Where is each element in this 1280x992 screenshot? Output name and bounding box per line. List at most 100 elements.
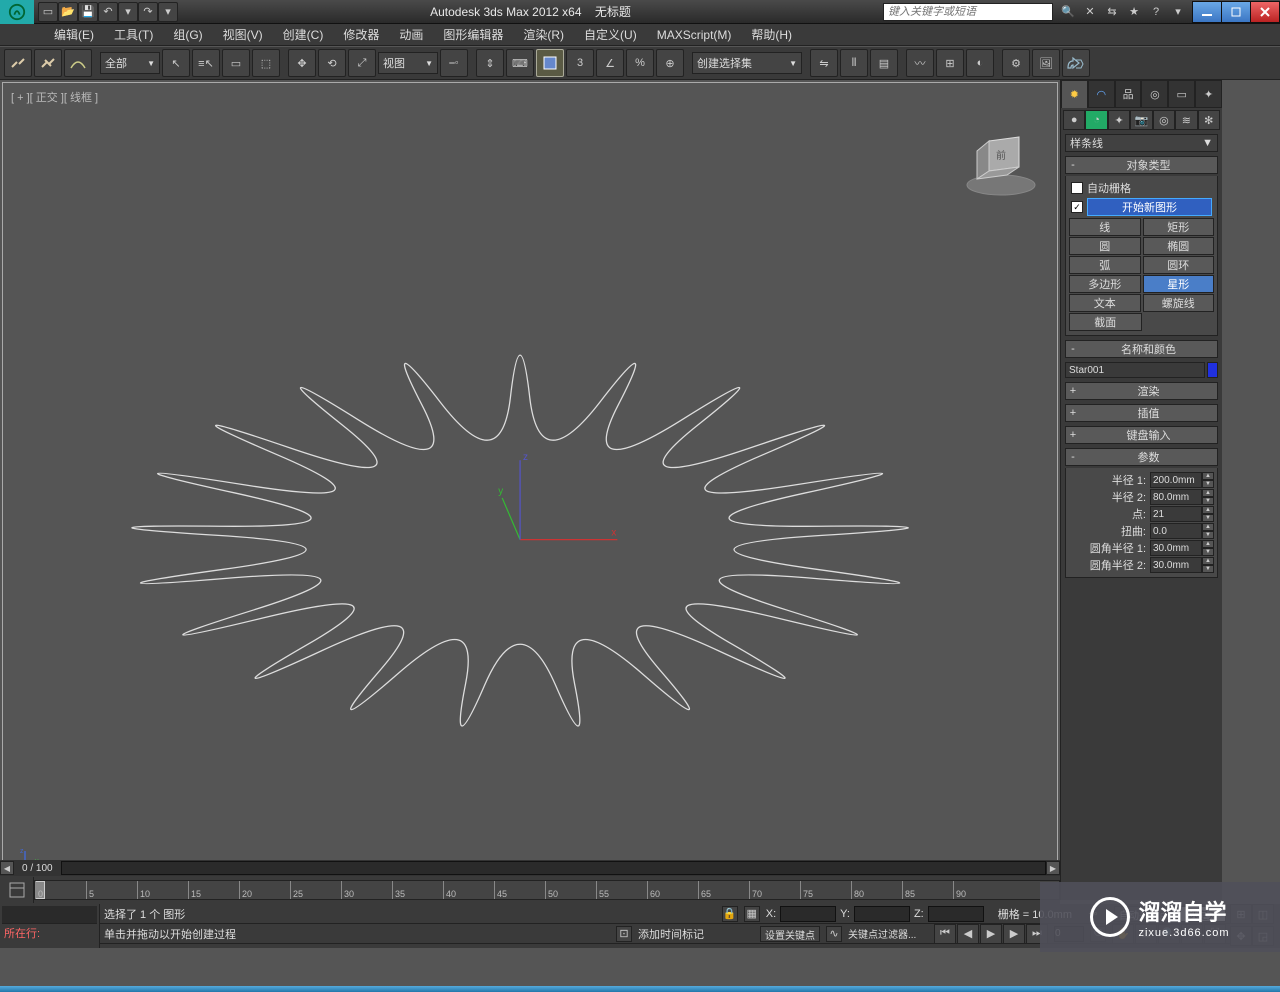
keyboard-shortcut-icon[interactable]: ⌨: [506, 49, 534, 77]
rollout-keyboard-entry[interactable]: +键盘输入: [1065, 426, 1218, 444]
angle-snap-icon[interactable]: ∠: [596, 49, 624, 77]
startnew-checkbox[interactable]: ✓: [1071, 201, 1083, 213]
rollout-interpolation[interactable]: +插值: [1065, 404, 1218, 422]
menu-edit[interactable]: 编辑(E): [44, 26, 104, 43]
param-input-2[interactable]: [1150, 506, 1202, 522]
isolate-icon[interactable]: ▦: [744, 906, 760, 922]
redo-icon[interactable]: ↷: [138, 2, 158, 22]
shape-donut-button[interactable]: 圆环: [1143, 256, 1215, 274]
spinner-up-icon[interactable]: ▲: [1202, 472, 1214, 480]
open-icon[interactable]: 📂: [58, 2, 78, 22]
scroll-track[interactable]: [61, 861, 1046, 875]
minilistener[interactable]: 所在行:: [0, 904, 100, 948]
rollout-object-type[interactable]: -对象类型: [1065, 156, 1218, 174]
create-tab[interactable]: ✹: [1061, 80, 1088, 108]
undo-icon[interactable]: ↶: [98, 2, 118, 22]
set-key-button[interactable]: 设置关键点: [760, 926, 820, 942]
render-frame-icon[interactable]: 🖼: [1032, 49, 1060, 77]
coord-x-input[interactable]: [780, 906, 836, 922]
save-icon[interactable]: 💾: [78, 2, 98, 22]
shapes-subtab[interactable]: ◔: [1085, 110, 1107, 130]
systems-subtab[interactable]: ✻: [1198, 110, 1220, 130]
reference-coord-dropdown[interactable]: 视图▼: [378, 52, 438, 74]
rollout-name-color[interactable]: -名称和颜色: [1065, 340, 1218, 358]
goto-start-icon[interactable]: ⏮: [934, 924, 956, 944]
spinner-down-icon[interactable]: ▼: [1202, 514, 1214, 522]
mirror-icon[interactable]: ⇋: [810, 49, 838, 77]
layer-manager-icon[interactable]: ▤: [870, 49, 898, 77]
curve-editor-icon[interactable]: 〰: [906, 49, 934, 77]
spinner-up-icon[interactable]: ▲: [1202, 489, 1214, 497]
shapes-dropdown[interactable]: 样条线▼: [1065, 134, 1218, 152]
shape-ellipse-button[interactable]: 椭圆: [1143, 237, 1215, 255]
menu-customize[interactable]: 自定义(U): [574, 26, 647, 43]
menu-create[interactable]: 创建(C): [273, 26, 334, 43]
help-icon[interactable]: ?: [1147, 3, 1165, 21]
geometry-subtab[interactable]: ●: [1063, 110, 1085, 130]
utilities-tab[interactable]: ✦: [1195, 80, 1222, 108]
shape-line-button[interactable]: 线: [1069, 218, 1141, 236]
render-production-icon[interactable]: [1062, 49, 1090, 77]
shape-star-button[interactable]: 星形: [1143, 275, 1215, 293]
play-icon[interactable]: ▶: [980, 924, 1002, 944]
spinner-down-icon[interactable]: ▼: [1202, 480, 1214, 488]
rotate-icon[interactable]: ⟲: [318, 49, 346, 77]
next-frame-icon[interactable]: ▶: [1003, 924, 1025, 944]
shape-arc-button[interactable]: 弧: [1069, 256, 1141, 274]
undo-drop-icon[interactable]: ▾: [118, 2, 138, 22]
time-config-icon[interactable]: [0, 877, 34, 903]
rollout-render[interactable]: +渲染: [1065, 382, 1218, 400]
select-window-cross-icon[interactable]: ⬚: [252, 49, 280, 77]
material-editor-icon[interactable]: ◐: [966, 49, 994, 77]
add-time-tag[interactable]: 添加时间标记: [638, 926, 718, 942]
time-ruler[interactable]: 051015202530354045505560657075808590: [34, 880, 1060, 900]
schematic-view-icon[interactable]: ⊞: [936, 49, 964, 77]
param-input-3[interactable]: [1150, 523, 1202, 539]
scroll-left-button[interactable]: ◀: [0, 861, 14, 875]
prev-frame-icon[interactable]: ◀: [957, 924, 979, 944]
menu-help[interactable]: 帮助(H): [741, 26, 802, 43]
tag-icon[interactable]: ⊡: [616, 926, 632, 942]
move-icon[interactable]: ✥: [288, 49, 316, 77]
shape-circle-button[interactable]: 圆: [1069, 237, 1141, 255]
shape-section-button[interactable]: 截面: [1069, 313, 1142, 331]
spinner-up-icon[interactable]: ▲: [1202, 540, 1214, 548]
spinner-up-icon[interactable]: ▲: [1202, 557, 1214, 565]
spinner-down-icon[interactable]: ▼: [1202, 531, 1214, 539]
subscription-icon[interactable]: ✕: [1081, 3, 1099, 21]
menu-maxscript[interactable]: MAXScript(M): [647, 28, 742, 42]
favorite-icon[interactable]: ★: [1125, 3, 1143, 21]
display-tab[interactable]: ▭: [1168, 80, 1195, 108]
coord-z-input[interactable]: [928, 906, 984, 922]
shape-ngon-button[interactable]: 多边形: [1069, 275, 1141, 293]
helpers-subtab[interactable]: ◎: [1153, 110, 1175, 130]
key-filters-button[interactable]: 关键点过滤器...: [848, 926, 928, 941]
spinner-up-icon[interactable]: ▲: [1202, 506, 1214, 514]
minimize-button[interactable]: [1192, 1, 1222, 23]
param-input-4[interactable]: [1150, 540, 1202, 556]
scale-icon[interactable]: ⤢: [348, 49, 376, 77]
menu-animation[interactable]: 动画: [389, 26, 433, 43]
select-manipulate-icon[interactable]: ⇕: [476, 49, 504, 77]
lights-subtab[interactable]: ✦: [1108, 110, 1130, 130]
menu-grapheditors[interactable]: 图形编辑器: [433, 26, 513, 43]
object-color-swatch[interactable]: [1207, 362, 1218, 378]
param-input-0[interactable]: [1150, 472, 1202, 488]
help-search-input[interactable]: [883, 3, 1053, 21]
coord-y-input[interactable]: [854, 906, 910, 922]
select-by-name-icon[interactable]: ≡↖: [192, 49, 220, 77]
spacewarps-subtab[interactable]: ≋: [1175, 110, 1197, 130]
shape-helix-button[interactable]: 螺旋线: [1143, 294, 1215, 312]
menu-tools[interactable]: 工具(T): [104, 26, 163, 43]
help-drop-icon[interactable]: ▾: [1169, 3, 1187, 21]
autogrid-checkbox[interactable]: [1071, 182, 1083, 194]
motion-tab[interactable]: ◎: [1141, 80, 1168, 108]
param-input-5[interactable]: [1150, 557, 1202, 573]
spinner-down-icon[interactable]: ▼: [1202, 548, 1214, 556]
link-icon[interactable]: [4, 49, 32, 77]
maximize-button[interactable]: [1221, 1, 1251, 23]
start-new-shape-button[interactable]: 开始新图形: [1087, 198, 1212, 216]
menu-group[interactable]: 组(G): [163, 26, 212, 43]
snap-3-icon[interactable]: 3: [566, 49, 594, 77]
shape-rectangle-button[interactable]: 矩形: [1143, 218, 1215, 236]
